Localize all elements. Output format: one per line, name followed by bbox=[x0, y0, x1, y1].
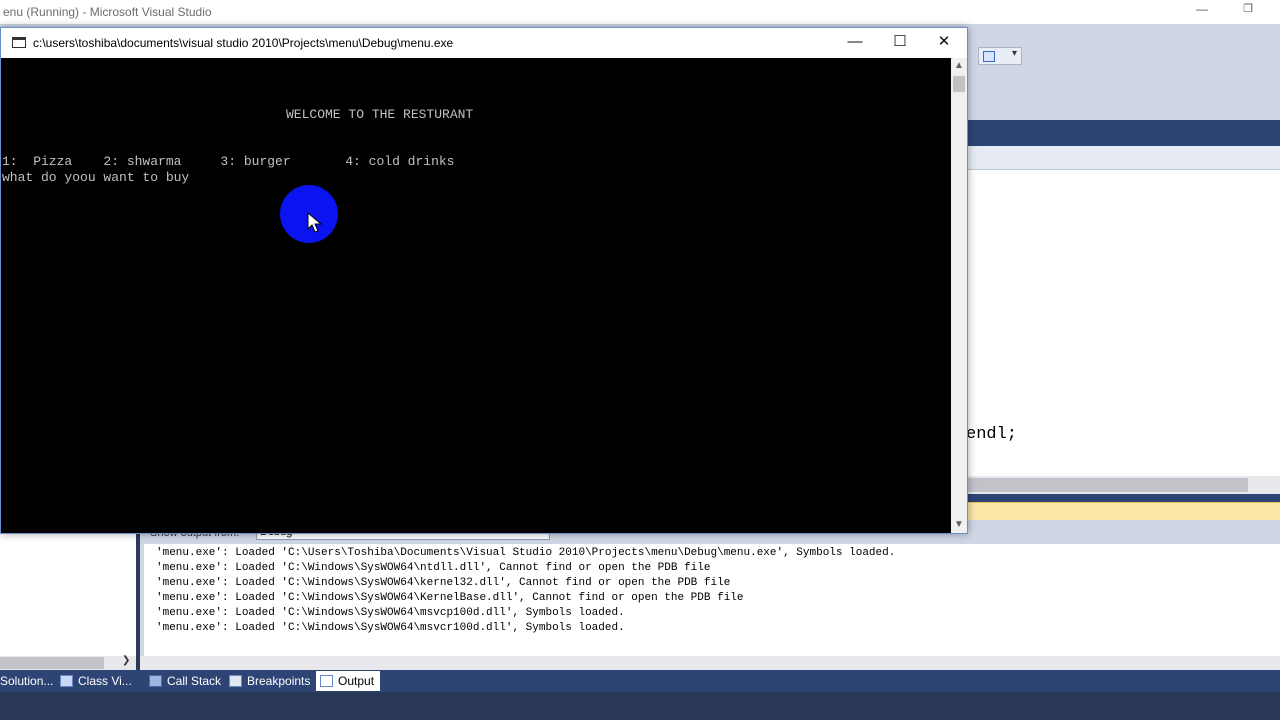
solution-explorer-panel bbox=[0, 534, 136, 656]
console-title: c:\users\toshiba\documents\visual studio… bbox=[33, 36, 454, 50]
output-line: 'menu.exe': Loaded 'C:\Windows\SysWOW64\… bbox=[156, 592, 744, 604]
class-view-icon bbox=[60, 675, 73, 687]
console-window[interactable]: c:\users\toshiba\documents\visual studio… bbox=[0, 27, 968, 534]
output-log: 'menu.exe': Loaded 'C:\Users\Toshiba\Doc… bbox=[156, 546, 895, 636]
tab-label: Solution... bbox=[0, 674, 54, 688]
toolbar-dropdown-button[interactable] bbox=[978, 47, 1022, 65]
mouse-pointer-icon bbox=[307, 212, 323, 233]
close-button[interactable]: ✕ bbox=[921, 28, 967, 58]
left-panel-scroll-thumb[interactable] bbox=[0, 657, 104, 669]
breakpoints-icon bbox=[229, 675, 242, 687]
tab-label: Breakpoints bbox=[247, 674, 311, 688]
vs-restore-button[interactable]: ❐ bbox=[1236, 2, 1260, 20]
tab-label: Class Vi... bbox=[78, 674, 132, 688]
console-app-icon bbox=[12, 37, 26, 48]
output-scrollbar[interactable] bbox=[140, 656, 1280, 670]
code-line-fragment: endl; bbox=[966, 425, 1018, 444]
output-icon bbox=[320, 675, 333, 687]
output-line: 'menu.exe': Loaded 'C:\Windows\SysWOW64\… bbox=[156, 577, 731, 589]
scroll-up-icon[interactable]: ▲ bbox=[951, 58, 967, 74]
minimize-button[interactable]: — bbox=[832, 28, 878, 58]
console-scroll-thumb[interactable] bbox=[953, 76, 965, 92]
scroll-right-icon[interactable]: ❯ bbox=[122, 655, 130, 666]
tab-class-view[interactable]: Class Vi... bbox=[60, 671, 132, 691]
tab-label: Call Stack bbox=[167, 674, 222, 688]
tab-call-stack[interactable]: Call Stack bbox=[149, 671, 221, 691]
output-line: 'menu.exe': Loaded 'C:\Windows\SysWOW64\… bbox=[156, 607, 625, 619]
console-welcome-line: WELCOME TO THE RESTURANT bbox=[286, 107, 474, 122]
editor-scroll-thumb[interactable] bbox=[966, 478, 1248, 492]
console-titlebar[interactable]: c:\users\toshiba\documents\visual studio… bbox=[1, 28, 967, 58]
tab-output[interactable]: Output bbox=[316, 671, 381, 691]
tab-solution-explorer[interactable]: Solution... bbox=[0, 671, 53, 691]
vs-titlebar: enu (Running) - Microsoft Visual Studio … bbox=[0, 0, 1280, 24]
console-vertical-scrollbar[interactable]: ▲ ▼ bbox=[951, 58, 967, 533]
console-menu-line: 1: Pizza 2: shwarma 3: burger 4: cold dr… bbox=[2, 154, 455, 169]
maximize-button[interactable]: ☐ bbox=[877, 28, 923, 58]
console-output-area[interactable]: WELCOME TO THE RESTURANT 1: Pizza 2: shw… bbox=[1, 58, 951, 533]
console-prompt-line: what do yoou want to buy bbox=[2, 170, 190, 185]
call-stack-icon bbox=[149, 675, 162, 687]
output-line: 'menu.exe': Loaded 'C:\Users\Toshiba\Doc… bbox=[156, 547, 896, 559]
scroll-down-icon[interactable]: ▼ bbox=[951, 517, 967, 533]
tab-label: Output bbox=[338, 674, 375, 688]
vs-minimize-button[interactable]: — bbox=[1190, 2, 1214, 20]
vs-statusbar bbox=[0, 692, 1280, 720]
tab-breakpoints[interactable]: Breakpoints bbox=[229, 671, 310, 691]
output-line: 'menu.exe': Loaded 'C:\Windows\SysWOW64\… bbox=[156, 562, 711, 574]
output-line: 'menu.exe': Loaded 'C:\Windows\SysWOW64\… bbox=[156, 622, 625, 634]
vs-window-title: enu (Running) - Microsoft Visual Studio bbox=[3, 5, 212, 19]
